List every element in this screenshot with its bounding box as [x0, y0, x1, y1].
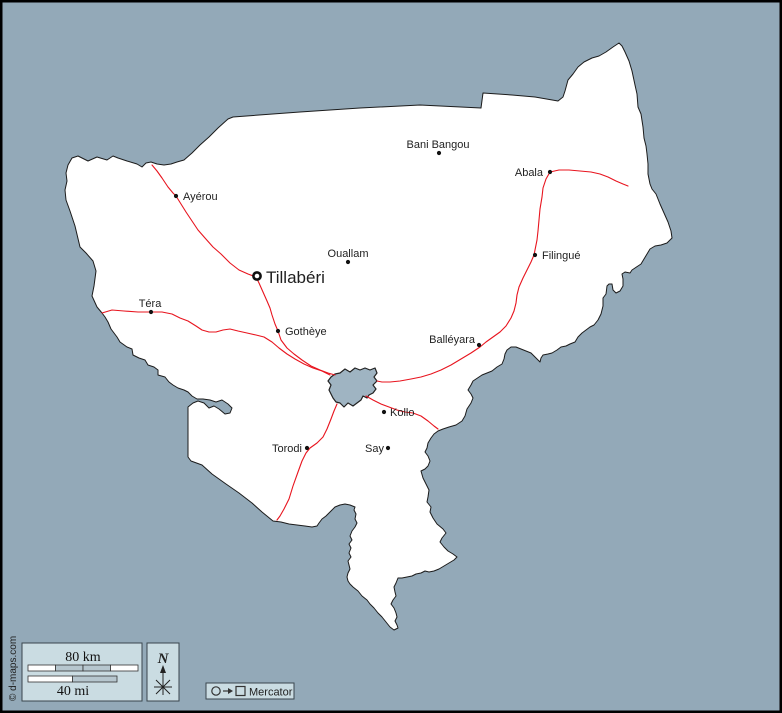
city-label: Abala	[515, 167, 544, 179]
city-dot	[548, 170, 552, 174]
scale-km-segment	[83, 665, 111, 671]
city-dot	[477, 343, 481, 347]
city-label: Balléyara	[429, 334, 476, 346]
scale-mi-segment	[73, 676, 118, 682]
city-label: Ayérou	[183, 191, 218, 203]
city-dot	[149, 310, 153, 314]
scale-mi-label: 40 mi	[57, 684, 89, 699]
map-stage: Bani Bangou Abala Ayérou Ouallam Filingué Til…	[0, 0, 782, 713]
compass-north-label: N	[157, 651, 170, 667]
scale-km-segment	[56, 665, 84, 671]
city-dot	[276, 329, 280, 333]
scale-mi-segment	[28, 676, 73, 682]
city-label: Torodi	[272, 443, 302, 455]
city-label: Téra	[139, 298, 163, 310]
city-balleyara: Balléyara	[429, 334, 481, 347]
scale-km-label: 80 km	[65, 650, 101, 665]
city-dot	[382, 410, 386, 414]
scale-bar-mi	[28, 676, 117, 682]
city-label: Gothèye	[285, 326, 327, 338]
capital-city-marker	[253, 272, 260, 279]
city-label: Kollo	[390, 407, 414, 419]
scale-km-segment	[111, 665, 139, 671]
city-dot	[386, 446, 390, 450]
city-label: Say	[365, 443, 384, 455]
city-dot	[533, 253, 537, 257]
city-label: Ouallam	[328, 248, 369, 260]
map-canvas: Bani Bangou Abala Ayérou Ouallam Filingué Til…	[0, 0, 782, 713]
scale-bar-km	[28, 665, 138, 671]
city-dot	[346, 260, 350, 264]
scale-panel: 80 km 40 mi	[22, 643, 142, 701]
city-dot	[305, 446, 309, 450]
city-dot	[174, 194, 178, 198]
city-dot	[437, 151, 441, 155]
city-label: Filingué	[542, 250, 581, 262]
compass-panel: N	[147, 643, 179, 701]
scale-km-segment	[28, 665, 56, 671]
projection-label: Mercator	[249, 687, 293, 699]
copyright-label: © d-maps.com	[8, 636, 19, 701]
projection-panel: Mercator	[206, 683, 294, 699]
city-label: Bani Bangou	[407, 139, 470, 151]
city-label: Tillabéri	[266, 268, 325, 287]
